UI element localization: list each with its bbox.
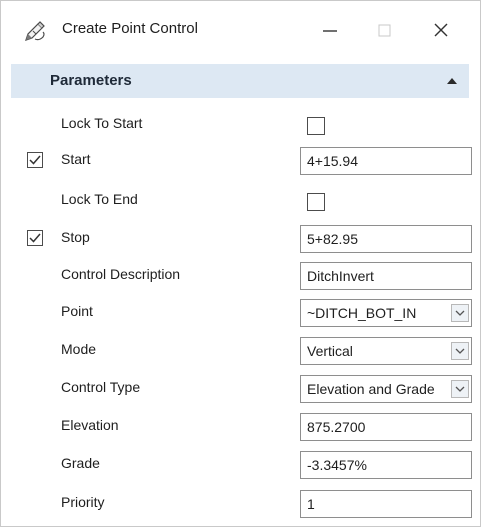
section-title: Parameters	[50, 72, 132, 89]
lock-to-start-checkbox[interactable]	[307, 117, 325, 135]
title-bar[interactable]: Create Point Control	[1, 1, 480, 57]
minimize-button[interactable]	[315, 15, 345, 45]
start-enable-checkbox[interactable]	[27, 152, 43, 168]
point-select-value: ~DITCH_BOT_IN	[307, 305, 417, 321]
maximize-icon	[378, 24, 391, 37]
control-type-label: Control Type	[61, 379, 141, 395]
row-grade: Grade -3.3457%	[11, 446, 472, 485]
control-description-label: Control Description	[61, 266, 181, 282]
priority-field[interactable]: 1	[300, 490, 472, 518]
mode-dropdown-button[interactable]	[451, 342, 469, 360]
elevation-field[interactable]: 875.2700	[300, 413, 472, 441]
grade-label: Grade	[61, 455, 100, 471]
row-point: Point ~DITCH_BOT_IN	[11, 294, 472, 333]
mode-select[interactable]: Vertical	[300, 337, 472, 365]
create-point-control-window: Create Point Control Parameters Lock To …	[0, 0, 481, 527]
row-control-description: Control Description DitchInvert	[11, 257, 472, 296]
row-control-type: Control Type Elevation and Grade	[11, 370, 472, 409]
chevron-down-icon	[455, 310, 465, 316]
checkmark-icon	[29, 155, 41, 165]
parameters-section-header[interactable]: Parameters	[11, 64, 469, 98]
chevron-down-icon	[455, 386, 465, 392]
row-stop: Stop 5+82.95	[11, 220, 472, 259]
stop-field[interactable]: 5+82.95	[300, 225, 472, 253]
chevron-down-icon	[455, 348, 465, 354]
elevation-label: Elevation	[61, 417, 119, 433]
close-icon	[434, 23, 448, 37]
row-mode: Mode Vertical	[11, 332, 472, 371]
mode-label: Mode	[61, 341, 97, 357]
close-button[interactable]	[426, 15, 456, 45]
maximize-button[interactable]	[369, 15, 399, 45]
point-label: Point	[61, 303, 93, 319]
mode-select-value: Vertical	[307, 343, 353, 359]
control-type-select-value: Elevation and Grade	[307, 381, 435, 397]
start-field[interactable]: 4+15.94	[300, 147, 472, 175]
chevron-up-icon[interactable]	[445, 74, 459, 88]
window-title: Create Point Control	[62, 20, 198, 37]
point-dropdown-button[interactable]	[451, 304, 469, 322]
row-lock-to-end: Lock To End	[11, 182, 469, 221]
control-type-dropdown-button[interactable]	[451, 380, 469, 398]
pencil-hand-icon	[23, 19, 47, 43]
start-label: Start	[61, 151, 91, 167]
lock-to-end-checkbox[interactable]	[307, 193, 325, 211]
stop-label: Stop	[61, 229, 90, 245]
grade-field[interactable]: -3.3457%	[300, 451, 472, 479]
priority-label: Priority	[61, 494, 105, 510]
row-start: Start 4+15.94	[11, 142, 472, 181]
stop-enable-checkbox[interactable]	[27, 230, 43, 246]
lock-to-start-label: Lock To Start	[61, 115, 143, 131]
control-type-select[interactable]: Elevation and Grade	[300, 375, 472, 403]
row-elevation: Elevation 875.2700	[11, 408, 472, 447]
lock-to-end-label: Lock To End	[61, 191, 138, 207]
checkmark-icon	[29, 233, 41, 243]
minimize-icon	[323, 30, 337, 32]
parameters-panel: Parameters Lock To Start Start 4+15.94 L…	[11, 64, 472, 526]
row-lock-to-start: Lock To Start	[11, 106, 469, 145]
point-select[interactable]: ~DITCH_BOT_IN	[300, 299, 472, 327]
row-priority: Priority 1	[11, 485, 472, 524]
control-description-field[interactable]: DitchInvert	[300, 262, 472, 290]
